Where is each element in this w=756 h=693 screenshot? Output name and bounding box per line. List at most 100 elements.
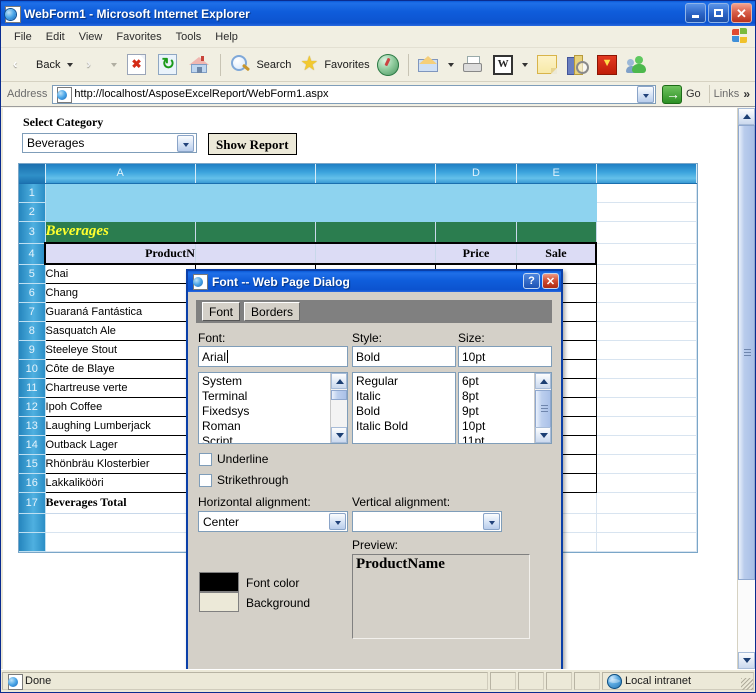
product-cell[interactable]: Chang	[44, 282, 196, 303]
grid-col-f[interactable]	[596, 164, 698, 184]
cell-f3[interactable]	[596, 221, 698, 244]
row-header-14[interactable]: 14	[19, 435, 46, 455]
scroll-thumb[interactable]	[331, 390, 347, 400]
product-cell[interactable]: Outback Lager	[44, 434, 196, 455]
row-header-13[interactable]: 13	[19, 416, 46, 436]
refresh-button[interactable]	[152, 51, 183, 79]
cell-f4[interactable]	[596, 243, 698, 265]
checkbox-box[interactable]	[199, 473, 212, 487]
page-vertical-scrollbar[interactable]	[737, 108, 755, 669]
back-dropdown-icon[interactable]	[67, 62, 74, 67]
header-price-cell[interactable]: Price	[435, 242, 517, 265]
cell-f[interactable]	[596, 416, 698, 436]
cell-f1[interactable]	[596, 183, 698, 203]
font-input[interactable]: Arial	[198, 346, 348, 367]
grid-col-a[interactable]: A	[45, 164, 196, 184]
list-item[interactable]: Bold	[353, 404, 455, 419]
cell-a19[interactable]	[45, 532, 196, 552]
grid-col-d[interactable]: D	[435, 164, 517, 184]
total-label-cell[interactable]: Beverages Total	[45, 492, 196, 514]
size-list-scrollbar[interactable]	[534, 373, 551, 443]
grid-col-b[interactable]	[195, 164, 317, 184]
checkbox-box[interactable]	[199, 452, 212, 466]
header-sale-cell[interactable]: Sale	[516, 242, 598, 265]
chevron-down-icon[interactable]	[329, 513, 346, 530]
scroll-down-button[interactable]	[535, 427, 551, 443]
maximize-button[interactable]	[708, 3, 729, 23]
row-header-4[interactable]: 4	[19, 243, 46, 265]
row-header-1[interactable]: 1	[19, 183, 46, 203]
research-button[interactable]	[562, 51, 592, 79]
cell-f[interactable]	[596, 397, 698, 417]
row-header-16[interactable]: 16	[19, 473, 46, 493]
cell-f18[interactable]	[596, 513, 698, 533]
print-button[interactable]	[458, 51, 488, 79]
product-cell[interactable]: Laughing Lumberjack	[44, 415, 196, 436]
banner-cell-1[interactable]	[45, 183, 597, 203]
cell-f[interactable]	[596, 340, 698, 360]
green-cell-c3[interactable]	[315, 221, 437, 244]
product-cell[interactable]: Sasquatch Ale	[44, 320, 196, 341]
row-header-7[interactable]: 7	[19, 302, 46, 322]
product-cell[interactable]: Lakkalikööri	[44, 472, 196, 493]
style-listbox[interactable]: Regular Italic Bold Italic Bold	[352, 372, 456, 444]
tab-borders[interactable]: Borders	[244, 302, 301, 321]
go-button[interactable]: Go	[661, 84, 701, 104]
vertical-alignment-dropdown[interactable]	[352, 511, 502, 532]
font-list-scrollbar[interactable]	[330, 373, 347, 443]
cell-f[interactable]	[596, 435, 698, 455]
menu-item-file[interactable]: File	[7, 29, 39, 45]
product-cell[interactable]: Chai	[44, 263, 196, 284]
scroll-down-button[interactable]	[331, 427, 347, 443]
menu-item-tools[interactable]: Tools	[169, 29, 209, 45]
forward-dropdown-icon[interactable]	[111, 62, 118, 67]
green-cell-d3[interactable]	[435, 221, 517, 244]
product-cell[interactable]: Chartreuse verte	[44, 377, 196, 398]
product-cell[interactable]: Côte de Blaye	[44, 358, 196, 379]
row-header-12[interactable]: 12	[19, 397, 46, 417]
toolbar-overflow-icon[interactable]: »	[743, 87, 750, 101]
address-input[interactable]: http://localhost/AsposeExcelReport/WebFo…	[52, 84, 656, 104]
cell-f17[interactable]	[596, 492, 698, 514]
underline-checkbox[interactable]: Underline	[199, 452, 268, 466]
list-item[interactable]: Italic	[353, 389, 455, 404]
product-cell[interactable]: Guaraná Fantástica	[44, 301, 196, 322]
menu-item-view[interactable]: View	[72, 29, 110, 45]
category-dropdown[interactable]: Beverages	[22, 133, 197, 153]
size-input[interactable]: 10pt	[458, 346, 552, 367]
cell-f[interactable]	[596, 473, 698, 493]
dialog-help-button[interactable]: ?	[523, 273, 540, 289]
list-item[interactable]: Terminal	[199, 389, 347, 404]
grid-corner[interactable]	[19, 164, 46, 184]
menu-item-help[interactable]: Help	[208, 29, 245, 45]
row-header-11[interactable]: 11	[19, 378, 46, 398]
chevron-down-icon[interactable]	[483, 513, 500, 530]
list-item[interactable]: Italic Bold	[353, 419, 455, 434]
chevron-down-icon[interactable]	[177, 135, 194, 152]
show-report-button[interactable]: Show Report	[208, 133, 297, 155]
header-cell-c4[interactable]	[315, 242, 437, 265]
list-item[interactable]: Regular	[353, 374, 455, 389]
notes-button[interactable]	[532, 51, 562, 79]
row-header-17[interactable]: 17	[19, 492, 46, 514]
links-label[interactable]: Links	[714, 88, 740, 100]
cell-f2[interactable]	[596, 202, 698, 222]
scroll-track[interactable]	[738, 125, 755, 652]
list-item[interactable]: Script	[199, 434, 347, 443]
product-cell[interactable]: Steeleye Stout	[44, 339, 196, 360]
row-header-9[interactable]: 9	[19, 340, 46, 360]
grid-col-e[interactable]: E	[516, 164, 597, 184]
cell-f[interactable]	[596, 302, 698, 322]
row-header-19[interactable]	[19, 532, 46, 552]
list-item[interactable]: Roman	[199, 419, 347, 434]
cell-f[interactable]	[596, 321, 698, 341]
cell-f[interactable]	[596, 378, 698, 398]
history-button[interactable]	[373, 51, 403, 79]
scroll-thumb[interactable]	[738, 125, 755, 580]
list-item[interactable]: Fixedsys	[199, 404, 347, 419]
grid-col-c[interactable]	[315, 164, 437, 184]
row-header-2[interactable]: 2	[19, 202, 46, 222]
row-header-5[interactable]: 5	[19, 264, 46, 284]
edit-word-button[interactable]	[488, 51, 518, 79]
category-title-cell[interactable]: Beverages	[45, 221, 196, 244]
